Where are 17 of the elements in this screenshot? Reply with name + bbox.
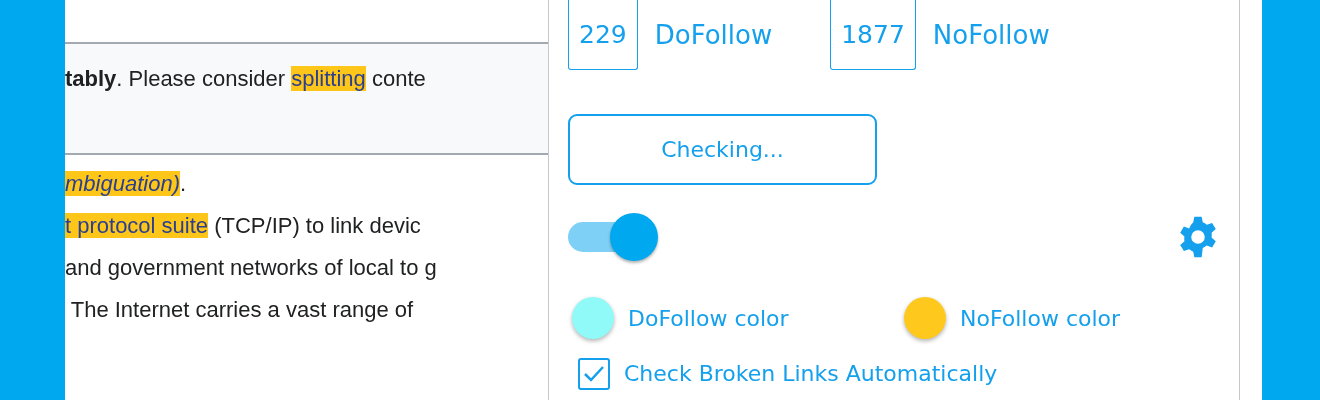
color-label: NoFollow color — [960, 304, 1121, 333]
article-text: and government networks of local to g — [65, 254, 438, 282]
color-swatch[interactable] — [572, 297, 614, 339]
article-text: t protocol suite (TCP/IP) to link devic — [65, 212, 422, 240]
notice-text: tably. Please consider splitting conte — [65, 42, 548, 155]
article-text: The Internet carries a vast range of — [69, 296, 415, 324]
count-value: 1877 — [830, 0, 916, 70]
checkbox[interactable] — [578, 357, 610, 390]
toggle-switch[interactable] — [568, 213, 658, 261]
count-value: 229 — [568, 0, 638, 70]
count-label: DoFollow — [654, 18, 773, 52]
check-icon — [583, 364, 605, 383]
checkbox-label: Check Broken Links Automatically — [624, 360, 998, 388]
color-label: DoFollow color — [628, 304, 789, 333]
color-swatch[interactable] — [904, 297, 946, 339]
count-label: NoFollow — [932, 18, 1050, 52]
checking-button[interactable]: Checking... — [568, 114, 877, 185]
